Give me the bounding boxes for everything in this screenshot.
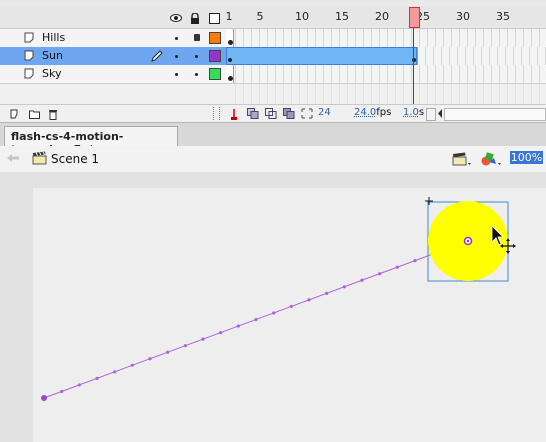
motion-path-frame-dot (413, 259, 417, 263)
motion-path-frame-dot (289, 304, 293, 309)
motion-path-frame-dot (166, 350, 170, 354)
motion-path-frame-dot (342, 285, 346, 289)
registration-point-icon (425, 197, 433, 205)
motion-path-frame-dot (378, 272, 382, 276)
motion-path-frame-dot (254, 317, 258, 322)
motion-path-frame-dot (395, 265, 399, 269)
motion-path-frame-dot (360, 278, 364, 282)
motion-path-frame-dot (95, 376, 99, 380)
transform-point-center (466, 239, 470, 243)
stage-overlay (41, 197, 516, 401)
motion-path-frame-dot (60, 389, 64, 394)
motion-path-frame-dot (201, 337, 205, 341)
motion-path-frame-dot (325, 291, 329, 295)
motion-path-frame-dot (183, 344, 187, 348)
motion-path-frame-dot (113, 370, 117, 374)
motion-path-frame-dot (77, 383, 81, 387)
motion-path-frame-dot (307, 298, 311, 302)
motion-path-frame-dot (148, 357, 152, 361)
motion-path-frame-dot (219, 330, 223, 335)
motion-path-frames (60, 245, 452, 394)
motion-path-frame-dot (236, 324, 240, 328)
motion-path-frame-dot (272, 311, 276, 315)
motion-path-start-point[interactable] (41, 395, 47, 401)
motion-path-frame-dot (130, 363, 134, 367)
